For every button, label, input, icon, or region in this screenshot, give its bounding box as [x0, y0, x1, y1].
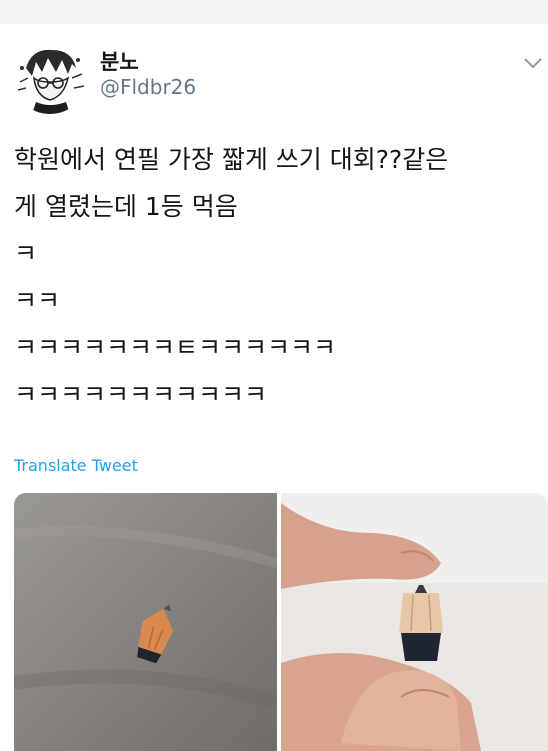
chevron-down-icon[interactable] — [522, 54, 544, 72]
author-name[interactable]: 분노 — [100, 46, 139, 76]
tweet-line: 게 열렸는데 1등 먹음 — [14, 192, 238, 221]
tweet-text: 학원에서 연필 가장 짧게 쓰기 대회??같은 게 열렸는데 1등 먹음 ㅋ ㅋ… — [14, 142, 548, 413]
avatar-image — [12, 38, 88, 114]
tweet-line: 학원에서 연필 가장 짧게 쓰기 대회??같은 — [14, 145, 449, 174]
tweet-line: ㅋㅋㅋㅋㅋㅋㅋㅌㅋㅋㅋㅋㅋㅋ — [14, 333, 337, 362]
tweet-media — [14, 493, 548, 751]
tweet-line: ㅋㅋ — [14, 286, 61, 315]
tweet-line: ㅋㅋㅋㅋㅋㅋㅋㅋㅋㅋㅋ — [14, 380, 268, 409]
photo-pencil-stub-on-desk[interactable] — [14, 493, 277, 751]
top-strip — [0, 0, 548, 24]
author-handle[interactable]: @Fldbr26 — [100, 75, 196, 99]
translate-tweet-link[interactable]: Translate Tweet — [14, 456, 138, 475]
photo-pencil-stub-in-fingers[interactable] — [281, 493, 548, 751]
tweet-header: 분노 @Fldbr26 — [0, 24, 548, 120]
avatar[interactable] — [12, 38, 88, 114]
tweet-line: ㅋ — [14, 239, 38, 268]
